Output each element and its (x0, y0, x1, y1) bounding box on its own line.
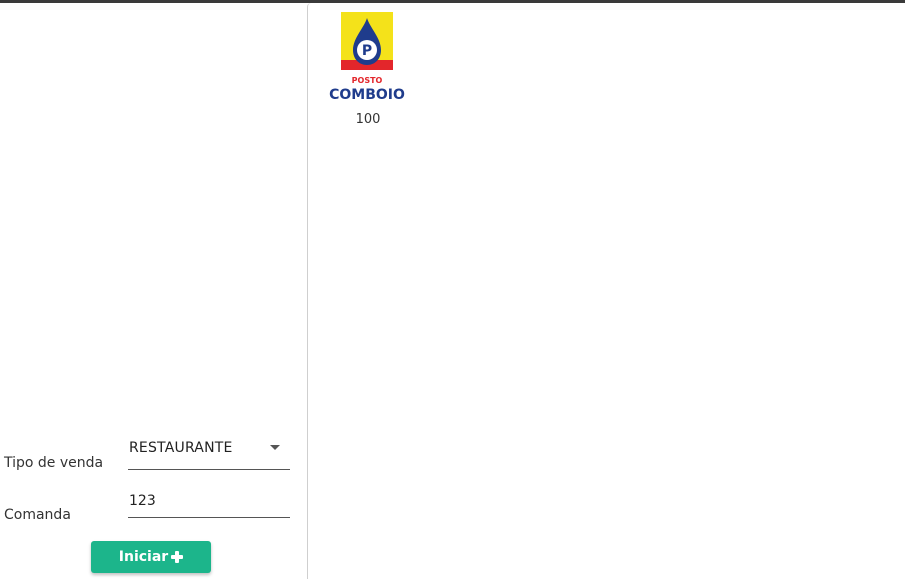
sale-type-label: Tipo de venda (4, 455, 104, 471)
sale-type-select[interactable]: RESTAURANTE (128, 438, 290, 470)
plus-icon (171, 551, 184, 563)
start-button-label: Iniciar (118, 549, 169, 565)
logo-text-top: POSTO (352, 76, 383, 85)
chevron-down-icon (270, 445, 280, 450)
order-input[interactable] (128, 490, 290, 518)
store-tile[interactable]: P POSTO COMBOIO 100 (318, 12, 418, 132)
posto-comboio-logo-icon: P POSTO COMBOIO (329, 12, 405, 102)
order-label: Comanda (4, 507, 71, 523)
logo-letter: P (362, 43, 372, 59)
logo-text-bottom: COMBOIO (329, 87, 405, 102)
start-button[interactable]: Iniciar (91, 541, 211, 573)
store-number: 100 (355, 112, 381, 127)
sale-type-value: RESTAURANTE (129, 440, 233, 456)
